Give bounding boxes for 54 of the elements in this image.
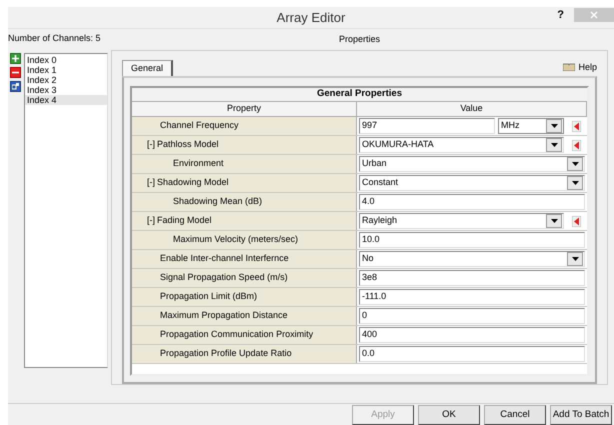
remove-button[interactable] [10,66,21,78]
input-field[interactable]: 0 [359,308,585,324]
unit-dropdown[interactable]: MHz [498,118,564,134]
input-field[interactable]: 400 [359,327,585,343]
minus-icon [12,68,19,76]
property-name: Signal Propagation Speed (m/s) [160,271,288,284]
table-title: General Properties [132,88,587,102]
input-field[interactable]: 3e8 [359,270,585,286]
book-icon [563,63,576,72]
dropdown-field[interactable]: OKUMURA-HATA [359,137,564,153]
property-name: Pathloss Model [157,138,219,152]
reset-arrow-icon[interactable] [572,140,580,150]
property-name: Maximum Velocity (meters/sec) [173,233,298,246]
array-button[interactable] [10,80,21,92]
property-name: Maximum Propagation Distance [160,309,288,322]
dialog-button[interactable]: Add To Batch [550,405,612,425]
collapse-toggle[interactable]: [-] [147,138,155,152]
input-field[interactable]: -111.0 [359,289,585,305]
add-button[interactable] [10,52,21,64]
dialog-button[interactable]: OK [418,405,480,425]
input-field[interactable]: 10.0 [359,232,585,248]
channel-count: Number of Channels: 5 [8,32,102,45]
reset-arrow-icon[interactable] [572,216,580,226]
property-name: Propagation Limit (dBm) [160,290,258,304]
tab[interactable]: General [122,60,174,76]
property-name: Fading Model [157,214,212,228]
property-name: Propagation Profile Update Ratio [160,347,292,360]
property-name: Channel Frequency [160,119,239,132]
collapse-toggle[interactable]: [-] [147,214,155,228]
property-name: Environment [173,157,224,170]
help-button[interactable]: ? [557,7,564,24]
property-name: Enable Inter-channel Interfernce [160,252,289,266]
panel-title: Properties [338,32,380,46]
property-name: Shadowing Model [157,176,229,190]
dropdown-field[interactable]: Constant [359,175,585,191]
window-title: Array Editor [276,8,346,27]
help-link[interactable]: Help [578,60,597,74]
column-header: Value [357,102,587,116]
input-field[interactable]: 4.0 [359,194,585,210]
dropdown-field[interactable]: Urban [359,156,585,172]
property-name: Propagation Communication Proximity [160,328,314,342]
input-field[interactable]: 0.0 [359,346,585,362]
input-field[interactable]: 997 [359,118,495,134]
dropdown-field[interactable]: Rayleigh [359,213,564,229]
close-icon [590,11,598,20]
collapse-toggle[interactable]: [-] [147,176,155,190]
column-header: Property [132,102,357,116]
dialog-button[interactable]: Cancel [484,405,546,425]
property-name: Shadowing Mean (dB) [173,195,262,208]
channel-item[interactable]: Index 4 [25,94,107,104]
plus-icon [12,54,19,62]
grid-icon [12,82,19,90]
reset-arrow-icon[interactable] [572,120,580,132]
dropdown-field[interactable]: No [359,251,585,267]
